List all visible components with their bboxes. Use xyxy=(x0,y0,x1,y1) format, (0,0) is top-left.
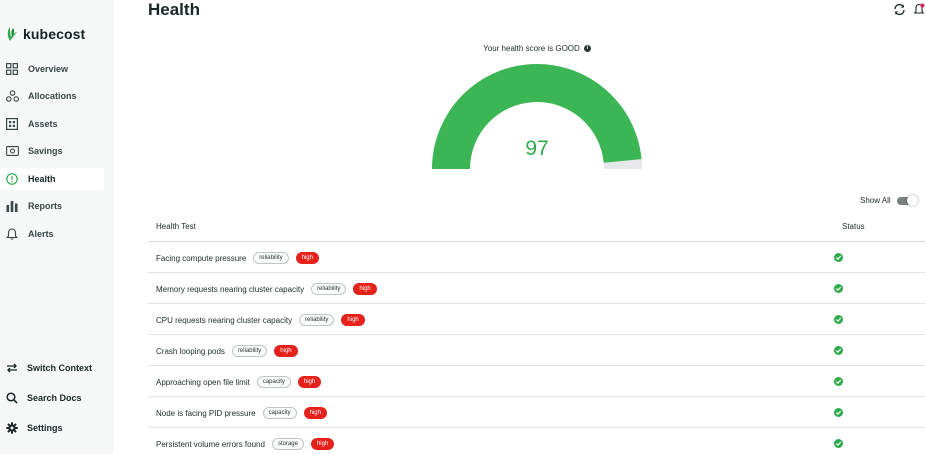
sidebar-item-savings[interactable]: Savings xyxy=(0,140,104,162)
assets-icon xyxy=(5,117,19,131)
health-icon xyxy=(5,172,19,186)
grid-icon xyxy=(5,62,19,76)
category-tag: reliability xyxy=(299,314,335,326)
bell-icon xyxy=(913,3,925,14)
health-test-name: Facing compute pressure xyxy=(156,253,247,263)
bar-chart-icon xyxy=(5,199,19,213)
check-circle-icon xyxy=(834,408,843,417)
refresh-icon xyxy=(894,3,905,16)
health-test-name: CPU requests nearing cluster capacity xyxy=(156,315,293,325)
category-tag: capacity xyxy=(262,407,297,419)
sidebar-item-label: Overview xyxy=(28,64,69,74)
sidebar-item-label: Health xyxy=(28,174,56,184)
switch-context-button[interactable]: Switch Context xyxy=(0,358,92,378)
settings-button[interactable]: Settings xyxy=(0,418,63,438)
category-tag: reliability xyxy=(231,345,268,357)
settings-label: Settings xyxy=(27,423,63,433)
kubecost-logo-icon xyxy=(7,27,17,41)
severity-badge: high xyxy=(310,438,335,450)
health-test-cell: Facing compute pressure reliability high xyxy=(156,252,319,264)
savings-icon xyxy=(5,144,19,158)
health-score-text: Your health score is GOOD xyxy=(483,44,580,53)
logo[interactable]: kubecost xyxy=(5,26,85,42)
column-status[interactable]: Status xyxy=(842,222,865,231)
bell-icon xyxy=(5,227,19,241)
category-tag: reliability xyxy=(311,283,347,295)
severity-badge: high xyxy=(274,345,298,357)
health-test-cell: Node is facing PID pressure capacity high xyxy=(156,407,327,419)
health-test-name: Crash looping pods xyxy=(156,346,225,356)
table-row[interactable]: CPU requests nearing cluster capacity rel… xyxy=(148,304,925,335)
table-row[interactable]: Node is facing PID pressure capacity high xyxy=(148,397,925,428)
check-circle-icon xyxy=(834,377,843,386)
search-icon xyxy=(5,391,19,405)
sidebar-item-alerts[interactable]: Alerts xyxy=(0,223,104,245)
sidebar-item-reports[interactable]: Reports xyxy=(0,195,104,217)
toggle-switch[interactable] xyxy=(896,194,918,206)
table-row[interactable]: Memory requests nearing cluster capacity… xyxy=(148,273,925,304)
severity-badge: high xyxy=(353,283,377,295)
sidebar-item-label: Alerts xyxy=(28,229,54,239)
health-test-name: Memory requests nearing cluster capacity xyxy=(156,284,305,294)
table-row[interactable]: Approaching open file limit capacity high xyxy=(148,366,925,397)
notifications-button[interactable] xyxy=(913,3,925,16)
check-circle-icon xyxy=(834,346,843,355)
category-tag: capacity xyxy=(256,376,291,388)
show-all-label: Show All xyxy=(860,196,891,205)
switch-context-label: Switch Context xyxy=(27,363,93,373)
category-tag: storage xyxy=(271,438,304,450)
health-score-value: 97 xyxy=(525,137,549,160)
health-test-name: Persistent volume errors found xyxy=(156,439,265,449)
search-docs-button[interactable]: Search Docs xyxy=(0,388,82,408)
info-icon[interactable]: i xyxy=(583,45,591,52)
health-test-cell: Crash looping pods reliability high xyxy=(156,345,298,357)
page-title: Health xyxy=(148,0,200,19)
brand-name: kubecost xyxy=(23,26,86,42)
health-test-cell: CPU requests nearing cluster capacity rel… xyxy=(156,314,365,326)
sidebar-item-health[interactable]: Health xyxy=(0,168,104,190)
sidebar-item-overview[interactable]: Overview xyxy=(0,58,104,80)
health-test-cell: Memory requests nearing cluster capacity… xyxy=(156,283,377,295)
table-row[interactable]: Facing compute pressure reliability high xyxy=(148,242,925,273)
health-test-name: Approaching open file limit xyxy=(156,377,250,387)
sidebar-item-label: Assets xyxy=(28,119,58,129)
health-test-cell: Persistent volume errors found storage hig… xyxy=(156,438,335,450)
check-circle-icon xyxy=(834,284,843,293)
health-tests-table: Health Test Status Facing compute pressu… xyxy=(148,211,925,454)
table-header: Health Test Status xyxy=(148,211,925,242)
column-health-test[interactable]: Health Test xyxy=(156,222,196,231)
check-circle-icon xyxy=(834,439,843,448)
refresh-button[interactable] xyxy=(893,3,906,16)
sidebar-item-allocations[interactable]: Allocations xyxy=(0,85,104,107)
show-all-toggle[interactable]: Show All xyxy=(860,194,918,206)
sidebar-item-label: Allocations xyxy=(28,91,77,101)
gear-icon xyxy=(5,421,19,435)
category-tag: reliability xyxy=(253,252,289,264)
table-row[interactable]: Persistent volume errors found storage hig… xyxy=(148,428,925,454)
health-test-cell: Approaching open file limit capacity high xyxy=(156,376,322,388)
toggle-knob xyxy=(906,194,918,206)
table-body: Facing compute pressure reliability high Me… xyxy=(148,242,925,454)
severity-badge: high xyxy=(297,376,322,388)
check-circle-icon xyxy=(834,253,843,262)
search-docs-label: Search Docs xyxy=(27,393,82,403)
sidebar-item-label: Savings xyxy=(28,146,63,156)
severity-badge: high xyxy=(341,314,365,326)
severity-badge: high xyxy=(295,252,319,264)
health-test-name: Node is facing PID pressure xyxy=(156,408,256,418)
health-score-label: Your health score is GOOD i xyxy=(0,44,925,53)
severity-badge: high xyxy=(303,407,327,419)
table-row[interactable]: Crash looping pods reliability high xyxy=(148,335,925,366)
swap-icon xyxy=(5,361,19,375)
sidebar-item-label: Reports xyxy=(28,201,63,211)
check-circle-icon xyxy=(834,315,843,324)
sidebar-item-assets[interactable]: Assets xyxy=(0,113,104,135)
sidebar: kubecost Overview Allocations Assets Sav… xyxy=(0,0,114,454)
nodes-icon xyxy=(5,89,19,103)
